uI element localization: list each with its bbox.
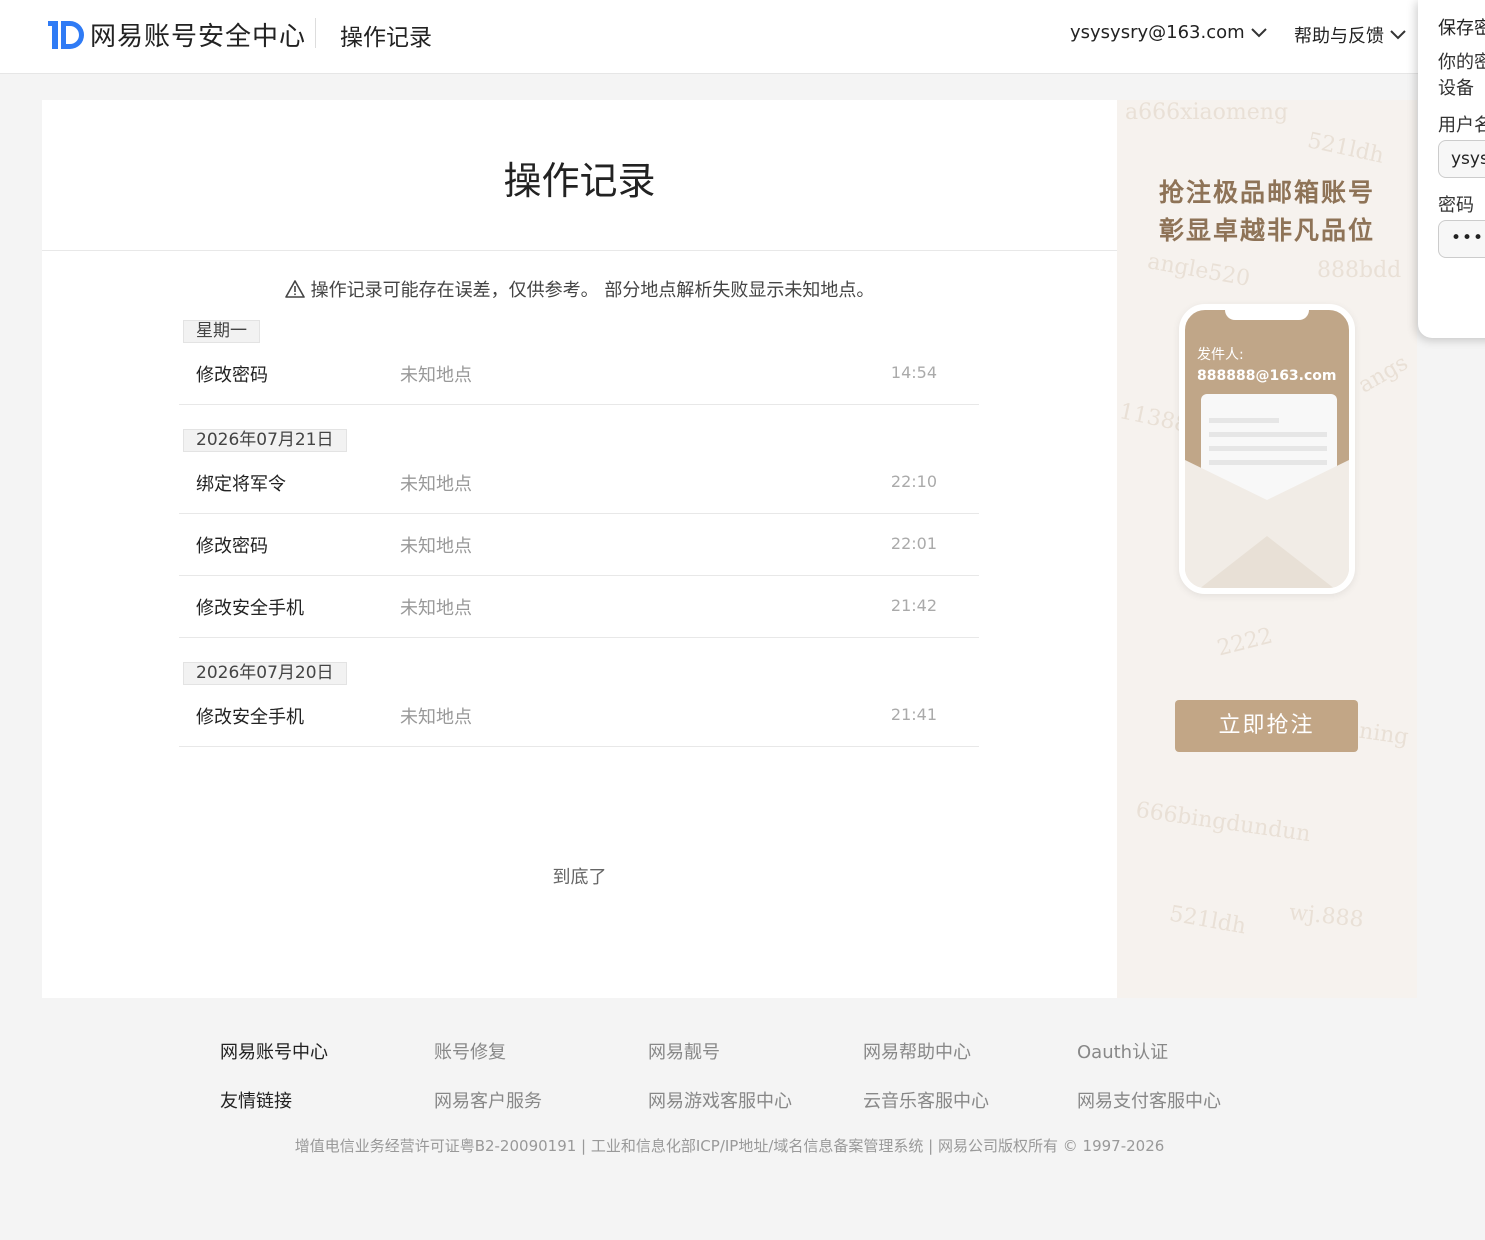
record-row: 修改安全手机 未知地点 21:41: [179, 685, 979, 747]
header-divider: [315, 18, 316, 48]
ad-sender-email: 888888@163.com: [1197, 368, 1337, 384]
warning-icon: [284, 280, 305, 298]
record-group: 2026年07月20日 修改安全手机 未知地点 21:41: [179, 662, 979, 747]
record-action: 修改安全手机: [196, 598, 304, 619]
netease-logo[interactable]: 网易账号安全中心: [48, 16, 306, 53]
record-row: 绑定将军令 未知地点 22:10: [179, 452, 979, 514]
footer-heading-friend-links: 友情链接: [220, 1091, 292, 1112]
popup-desc-line2: 设备: [1438, 78, 1474, 99]
ad-watermark: 888bdd: [1317, 258, 1402, 283]
popup-title: 保存密: [1438, 18, 1485, 39]
record-location: 未知地点: [400, 365, 472, 386]
footer-links-row1: 网易账号中心 账号修复 网易靓号 网易帮助中心 Oauth认证: [220, 1038, 1320, 1064]
letter-line: [1209, 432, 1327, 437]
records-notice: 操作记录可能存在误差，仅供参考。 部分地点解析失败显示未知地点。: [42, 276, 1117, 302]
footer-link-customer-service[interactable]: 网易客户服务: [434, 1087, 542, 1113]
letter-line: [1209, 418, 1279, 423]
ad-watermark: wj.888: [1287, 900, 1365, 933]
password-label: 密码: [1438, 195, 1474, 216]
popup-description: 你的密 设备: [1438, 50, 1485, 102]
record-action: 修改安全手机: [196, 707, 304, 728]
record-row: 修改密码 未知地点 14:54: [179, 343, 979, 405]
record-group: 2026年07月21日 绑定将军令 未知地点 22:10 修改密码 未知地点 2…: [179, 429, 979, 638]
record-row: 修改安全手机 未知地点 21:42: [179, 576, 979, 638]
footer-links-row2: 友情链接 网易客户服务 网易游戏客服中心 云音乐客服中心 网易支付客服中心: [220, 1087, 1320, 1113]
ad-watermark: 521ldh: [1167, 901, 1248, 940]
ad-sender-label: 发件人:: [1197, 347, 1244, 363]
ad-headline: 抢注极品邮箱账号 彰显卓越非凡品位: [1117, 174, 1417, 250]
footer-heading-account-center[interactable]: 网易账号中心: [220, 1038, 328, 1064]
ad-watermark: a666xiaomeng: [1125, 100, 1289, 125]
record-time: 22:10: [890, 472, 937, 491]
help-feedback-menu[interactable]: 帮助与反馈: [1294, 22, 1406, 48]
records-list: 星期一 修改密码 未知地点 14:54 2026年07月21日 绑定将军令 未知…: [179, 320, 979, 747]
ad-headline-line1: 抢注极品邮箱账号: [1158, 178, 1375, 207]
user-account-menu[interactable]: ysysysry@163.com: [1070, 22, 1267, 43]
ad-watermark: 521ldh: [1305, 128, 1387, 169]
page-subtitle: 操作记录: [340, 25, 432, 51]
date-label: 星期一: [183, 320, 260, 343]
record-time: 21:41: [890, 705, 937, 724]
record-location: 未知地点: [400, 536, 472, 557]
ad-headline-line2: 彰显卓越非凡品位: [1158, 216, 1375, 245]
card-divider: [42, 250, 1117, 251]
ad-watermark: ning: [1357, 718, 1410, 751]
record-action: 修改密码: [196, 536, 268, 557]
record-location: 未知地点: [400, 707, 472, 728]
phone-illustration: 发件人: 888888@163.com: [1179, 304, 1355, 594]
save-password-popup: 保存密 你的密 设备 用户名 ysysy 密码 ••••••: [1418, 0, 1485, 338]
record-action: 绑定将军令: [196, 474, 286, 495]
record-location: 未知地点: [400, 474, 472, 495]
record-location: 未知地点: [400, 598, 472, 619]
password-field[interactable]: ••••••: [1438, 220, 1485, 258]
help-label: 帮助与反馈: [1294, 26, 1384, 47]
chevron-down-icon: [1390, 30, 1406, 40]
footer-link-pay-service[interactable]: 网易支付客服中心: [1077, 1087, 1221, 1113]
record-time: 22:01: [890, 534, 937, 553]
footer-link-music-service[interactable]: 云音乐客服中心: [863, 1087, 989, 1113]
letter-line: [1209, 446, 1327, 451]
card-title: 操作记录: [503, 159, 656, 203]
operation-records-card: 操作记录 操作记录可能存在误差，仅供参考。 部分地点解析失败显示未知地点。 星期…: [42, 100, 1117, 998]
username-label: 用户名: [1438, 115, 1485, 136]
popup-desc-line1: 你的密: [1438, 52, 1485, 73]
footer-link-help-center[interactable]: 网易帮助中心: [863, 1038, 971, 1064]
footer-link-premium-id[interactable]: 网易靓号: [648, 1038, 720, 1064]
chevron-down-icon: [1250, 27, 1267, 37]
record-group: 星期一 修改密码 未知地点 14:54: [179, 320, 979, 405]
phone-notch: [1225, 310, 1309, 320]
premium-email-ad[interactable]: a666xiaomeng 521ldh angle520 888bdd angs…: [1117, 100, 1417, 998]
end-of-list-note: 到底了: [552, 867, 607, 888]
id-logo-icon: [48, 20, 84, 49]
ad-watermark: 666bingdundun: [1134, 797, 1313, 848]
register-now-button[interactable]: 立即抢注: [1175, 700, 1358, 752]
copyright-line: 增值电信业务经营许可证粤B2-20090191 | 工业和信息化部ICP/IP地…: [294, 1137, 1165, 1155]
username-field[interactable]: ysysy: [1438, 140, 1485, 178]
logo-title: 网易账号安全中心: [90, 22, 307, 52]
user-email: ysysysry@163.com: [1070, 22, 1245, 43]
date-label: 2026年07月20日: [183, 662, 347, 685]
footer-link-oauth[interactable]: Oauth认证: [1077, 1038, 1168, 1064]
ad-watermark: angle520: [1145, 249, 1252, 292]
date-label: 2026年07月21日: [183, 429, 347, 452]
ad-watermark: angs: [1354, 350, 1413, 399]
top-header: 网易账号安全中心 操作记录 ysysysry@163.com 帮助与反馈: [0, 0, 1485, 74]
record-row: 修改密码 未知地点 22:01: [179, 514, 979, 576]
record-time: 21:42: [890, 596, 937, 615]
ad-watermark: 2222: [1214, 623, 1276, 662]
record-time: 14:54: [890, 363, 937, 382]
record-action: 修改密码: [196, 365, 268, 386]
notice-text: 操作记录可能存在误差，仅供参考。 部分地点解析失败显示未知地点。: [310, 280, 875, 301]
footer-link-game-service[interactable]: 网易游戏客服中心: [648, 1087, 792, 1113]
footer-link-account-repair[interactable]: 账号修复: [434, 1038, 506, 1064]
envelope-icon: [1185, 460, 1349, 588]
